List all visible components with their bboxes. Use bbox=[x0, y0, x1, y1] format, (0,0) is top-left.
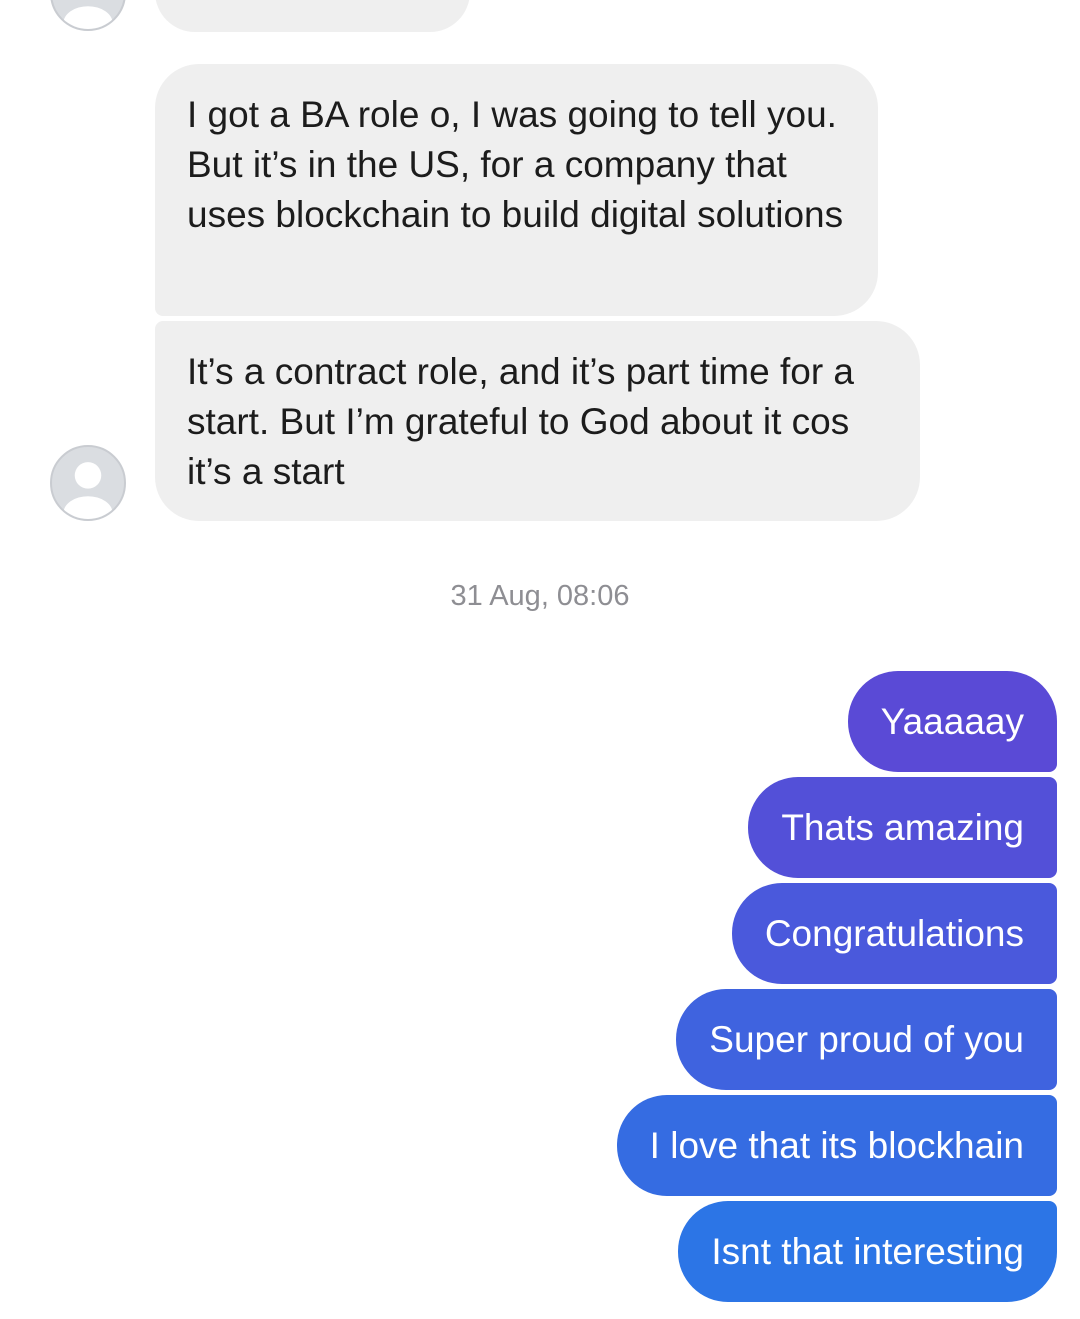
message-text: Super proud of you bbox=[709, 1019, 1024, 1060]
message-text: Thats amazing bbox=[781, 807, 1024, 848]
message-bubble-incoming-partial[interactable] bbox=[155, 0, 470, 32]
message-bubble-outgoing[interactable]: Isnt that interesting bbox=[678, 1201, 1057, 1302]
message-text: I got a BA role o, I was going to tell y… bbox=[187, 94, 848, 235]
person-silhouette-icon bbox=[63, 462, 113, 519]
message-bubble-outgoing[interactable]: Congratulations bbox=[731, 883, 1057, 984]
message-text: I love that its blockhain bbox=[649, 1125, 1024, 1166]
person-silhouette-icon bbox=[63, 6, 113, 29]
message-bubble-incoming[interactable]: It’s a contract role, and it’s part time… bbox=[155, 321, 920, 521]
message-text: Yaaaaay bbox=[880, 701, 1024, 742]
message-bubble-incoming[interactable]: I got a BA role o, I was going to tell y… bbox=[155, 64, 878, 316]
message-bubble-outgoing[interactable]: Thats amazing bbox=[748, 777, 1057, 878]
message-text: Congratulations bbox=[764, 913, 1024, 954]
message-text: It’s a contract role, and it’s part time… bbox=[187, 351, 865, 492]
message-bubble-outgoing[interactable]: Super proud of you bbox=[676, 989, 1057, 1090]
message-text: Isnt that interesting bbox=[711, 1231, 1024, 1272]
message-timestamp: 31 Aug, 08:06 bbox=[450, 580, 630, 612]
message-bubble-outgoing[interactable]: I love that its blockhain bbox=[616, 1095, 1057, 1196]
contact-avatar[interactable] bbox=[50, 445, 126, 521]
contact-avatar[interactable] bbox=[50, 0, 126, 31]
message-bubble-outgoing[interactable]: Yaaaaay bbox=[847, 671, 1057, 772]
